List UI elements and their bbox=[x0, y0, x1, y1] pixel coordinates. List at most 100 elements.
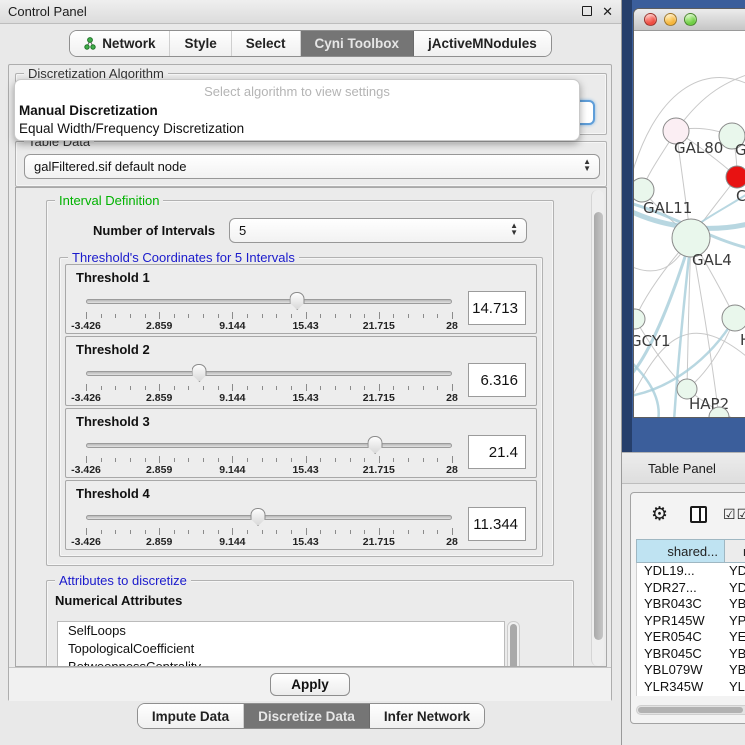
attribute-list-item[interactable]: SelfLoops bbox=[58, 622, 504, 640]
cell-shared-name[interactable]: YER054C bbox=[637, 629, 725, 646]
slider-thumb[interactable] bbox=[192, 364, 207, 382]
close-icon[interactable]: ✕ bbox=[602, 5, 613, 18]
tab-infer-network[interactable]: Infer Network bbox=[370, 704, 484, 728]
numerical-attributes-list[interactable]: SelfLoopsTopologicalCoefficientBetweenne… bbox=[57, 621, 505, 667]
cell-shared-name[interactable]: YLR345W bbox=[637, 679, 725, 696]
table-data-combobox[interactable]: galFiltered.sif default node ▲▼ bbox=[24, 154, 600, 179]
cell-shared-name[interactable]: YBR043C bbox=[637, 596, 725, 613]
slider-track[interactable] bbox=[86, 515, 452, 520]
tab-jactivemnodules[interactable]: jActiveMNodules bbox=[414, 31, 551, 56]
cell-shared-name[interactable]: YIL052C bbox=[637, 695, 725, 696]
slider-thumb[interactable] bbox=[290, 292, 305, 310]
cell-shared-name[interactable]: YDR27... bbox=[637, 580, 725, 597]
table-row[interactable]: YIL052CYIL0 bbox=[637, 695, 745, 696]
slider-track[interactable] bbox=[86, 299, 452, 304]
threshold-value-box[interactable]: 6.316 bbox=[468, 363, 526, 397]
column-header-shared[interactable]: shared... bbox=[637, 540, 725, 562]
cell-name[interactable]: YBR0 bbox=[725, 596, 745, 613]
slider-thumb[interactable] bbox=[251, 508, 266, 526]
tick-mark bbox=[379, 312, 380, 319]
cell-name[interactable]: YDL1 bbox=[725, 563, 745, 580]
algorithm-option-manual[interactable]: Manual Discretization bbox=[15, 102, 579, 120]
cell-name[interactable]: YDR2 bbox=[725, 580, 745, 597]
slider-tick-labels: -3.4262.8599.14415.4321.71528 bbox=[86, 320, 452, 332]
tab-network[interactable]: Network bbox=[70, 31, 170, 56]
table-row[interactable]: YER054CYER0 bbox=[637, 629, 745, 646]
table-row[interactable]: YLR345WYLR3 bbox=[637, 679, 745, 696]
tick-mark bbox=[174, 458, 175, 462]
network-icon bbox=[84, 37, 97, 51]
checkbox-icons[interactable]: ☑☑ bbox=[723, 506, 745, 523]
attribute-list-item[interactable]: TopologicalCoefficient bbox=[58, 640, 504, 658]
network-node-gcy1[interactable] bbox=[634, 309, 645, 329]
tick-label: 9.144 bbox=[219, 392, 245, 404]
cell-name[interactable]: YPR1 bbox=[725, 613, 745, 630]
threshold-value-box[interactable]: 14.713 bbox=[468, 291, 526, 325]
cell-name[interactable]: YBR0 bbox=[725, 646, 745, 663]
attributes-list-scrollbar[interactable] bbox=[507, 621, 520, 667]
threshold-slider[interactable]: -3.4262.8599.14415.4321.71528 bbox=[86, 507, 452, 547]
tab-discretize-data[interactable]: Discretize Data bbox=[244, 704, 370, 728]
threshold-slider[interactable]: -3.4262.8599.14415.4321.71528 bbox=[86, 291, 452, 331]
tick-mark bbox=[174, 386, 175, 390]
table-row[interactable]: YBR045CYBR0 bbox=[637, 646, 745, 663]
cell-shared-name[interactable]: YPR145W bbox=[637, 613, 725, 630]
node-label: GAL80 bbox=[674, 139, 723, 157]
scrollbar-thumb[interactable] bbox=[510, 624, 517, 667]
table-row[interactable]: YBR043CYBR0 bbox=[637, 596, 745, 613]
tick-mark bbox=[291, 314, 292, 318]
threshold-slider-row: -3.4262.8599.14415.4321.71528 21.4 bbox=[76, 435, 526, 475]
tab-select[interactable]: Select bbox=[232, 31, 301, 56]
tick-label: -3.426 bbox=[71, 536, 101, 548]
network-edge[interactable] bbox=[676, 73, 745, 131]
slider-tick-labels: -3.4262.8599.14415.4321.71528 bbox=[86, 392, 452, 404]
cell-shared-name[interactable]: YBL079W bbox=[637, 662, 725, 679]
table-row[interactable]: YDL19...YDL1 bbox=[637, 563, 745, 580]
zoom-traffic-light-icon[interactable] bbox=[684, 13, 697, 26]
table-row[interactable]: YPR145WYPR1 bbox=[637, 613, 745, 630]
slider-track[interactable] bbox=[86, 371, 452, 376]
tick-mark bbox=[408, 386, 409, 390]
network-edge[interactable] bbox=[634, 238, 691, 376]
number-of-intervals-combobox[interactable]: 5 ▲▼ bbox=[229, 218, 527, 243]
threshold-value-box[interactable]: 11.344 bbox=[468, 507, 526, 541]
columns-icon[interactable] bbox=[690, 506, 707, 523]
attribute-list-item[interactable]: BetweennessCentrality bbox=[58, 658, 504, 667]
table-horizontal-scrollbar[interactable] bbox=[636, 705, 745, 715]
cell-name[interactable]: YBL0 bbox=[725, 662, 745, 679]
threshold-slider[interactable]: -3.4262.8599.14415.4321.71528 bbox=[86, 363, 452, 403]
apply-button[interactable]: Apply bbox=[270, 673, 350, 696]
slider-tick-labels: -3.4262.8599.14415.4321.71528 bbox=[86, 464, 452, 476]
float-window-icon[interactable] bbox=[582, 5, 592, 18]
node-label: G bbox=[735, 141, 745, 159]
table-row[interactable]: YDR27...YDR2 bbox=[637, 580, 745, 597]
tab-style[interactable]: Style bbox=[170, 31, 231, 56]
cell-name[interactable]: YLR3 bbox=[725, 679, 745, 696]
scrollbar-thumb[interactable] bbox=[638, 707, 743, 713]
slider-track[interactable] bbox=[86, 443, 452, 448]
threshold-value-box[interactable]: 21.4 bbox=[468, 435, 526, 469]
network-view-window[interactable]: GAL80GCGAL11GAL4GCY1HHAP2 bbox=[633, 8, 745, 418]
minimize-traffic-light-icon[interactable] bbox=[664, 13, 677, 26]
tick-mark bbox=[101, 386, 102, 390]
cell-name[interactable]: YIL0 bbox=[725, 695, 745, 696]
column-header-name[interactable]: n bbox=[725, 540, 745, 562]
tab-cyni-toolbox[interactable]: Cyni Toolbox bbox=[301, 31, 415, 56]
scrollbar-thumb[interactable] bbox=[594, 212, 603, 640]
cell-shared-name[interactable]: YDL19... bbox=[637, 563, 725, 580]
tick-mark bbox=[276, 458, 277, 462]
algorithm-option-equal-width[interactable]: Equal Width/Frequency Discretization bbox=[15, 120, 579, 138]
slider-thumb[interactable] bbox=[368, 436, 383, 454]
tab-impute-data[interactable]: Impute Data bbox=[138, 704, 244, 728]
mode-tabset: Impute Data Discretize Data Infer Networ… bbox=[137, 703, 485, 729]
network-node-c[interactable] bbox=[726, 166, 745, 188]
settings-vertical-scrollbar[interactable] bbox=[591, 190, 604, 666]
cell-name[interactable]: YER0 bbox=[725, 629, 745, 646]
cell-shared-name[interactable]: YBR045C bbox=[637, 646, 725, 663]
gear-icon[interactable]: ⚙ bbox=[651, 505, 668, 524]
threshold-slider[interactable]: -3.4262.8599.14415.4321.71528 bbox=[86, 435, 452, 475]
table-row[interactable]: YBL079WYBL0 bbox=[637, 662, 745, 679]
network-canvas[interactable]: GAL80GCGAL11GAL4GCY1HHAP2 bbox=[634, 31, 745, 418]
close-traffic-light-icon[interactable] bbox=[644, 13, 657, 26]
network-node-h[interactable] bbox=[722, 305, 745, 331]
